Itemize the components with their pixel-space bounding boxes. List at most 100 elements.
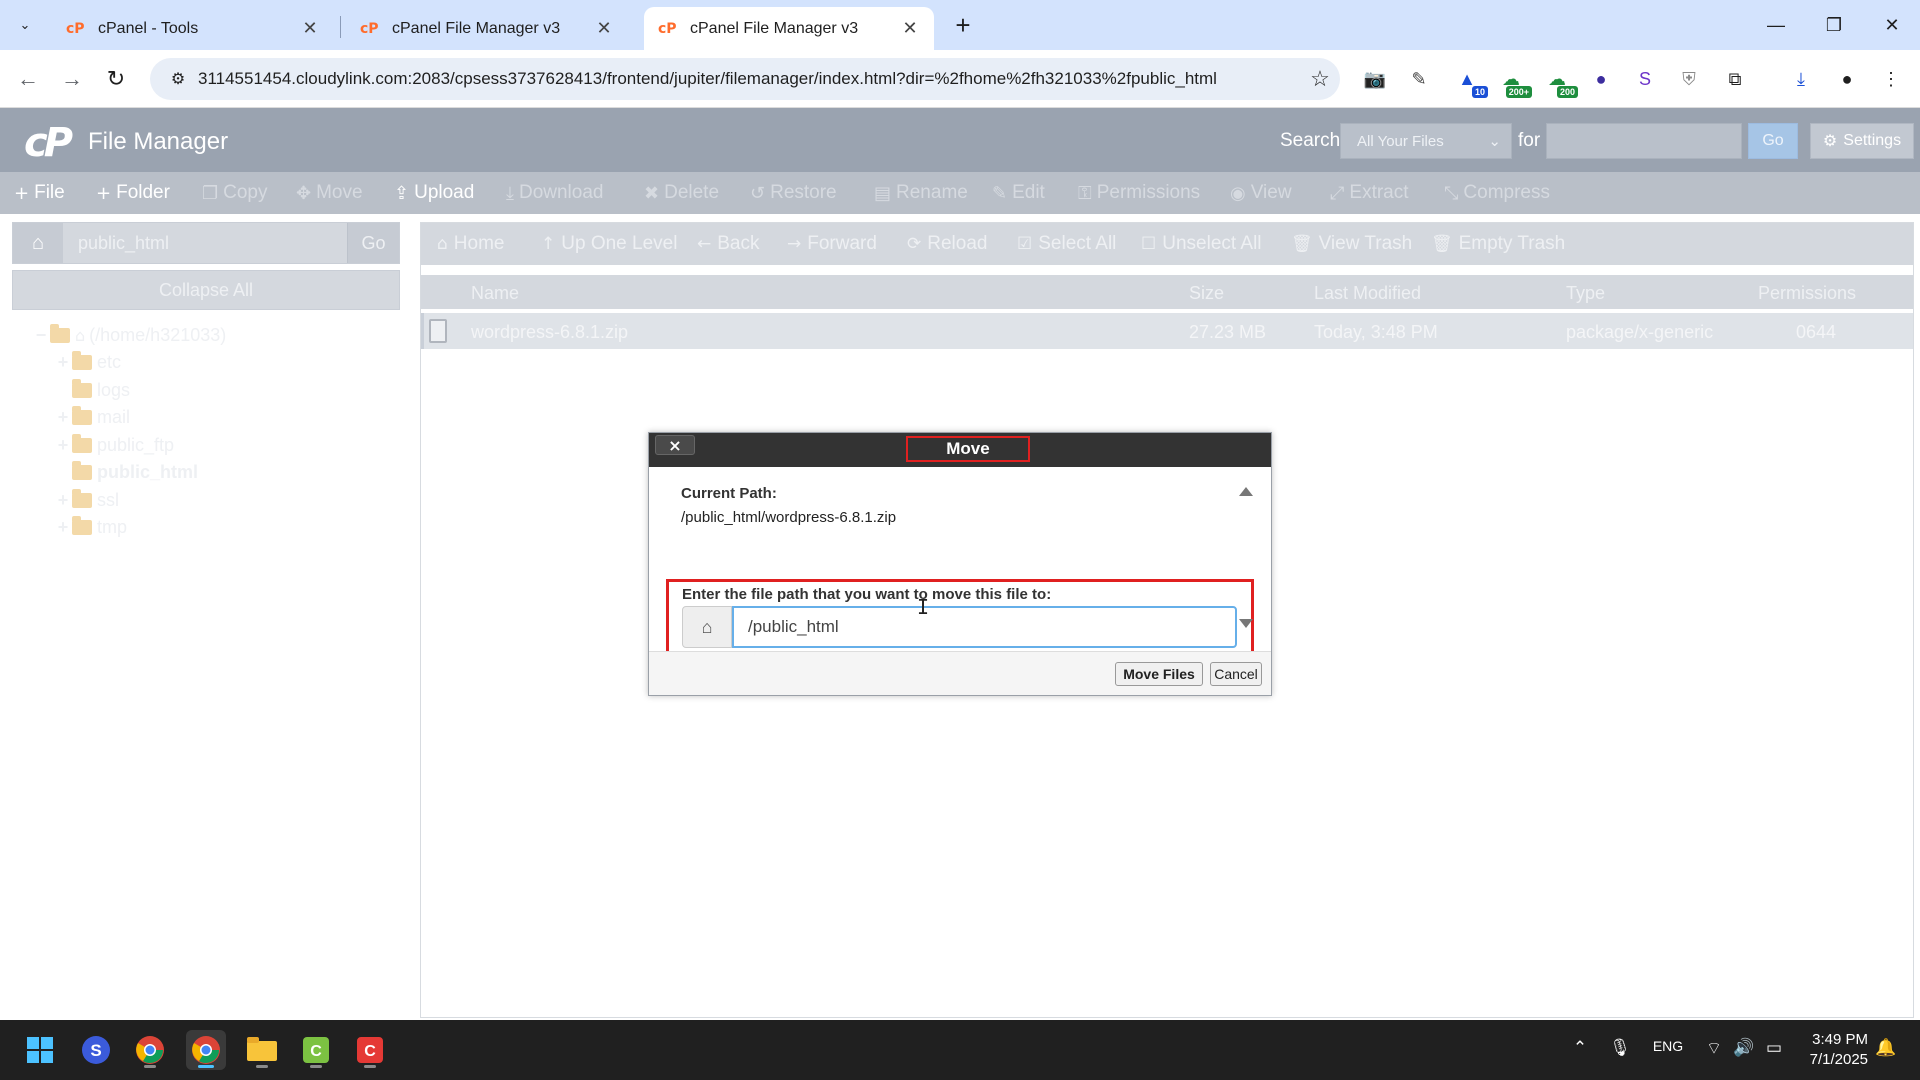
home-icon[interactable]: ⌂ [13,223,63,263]
delete-button[interactable]: ✖ Delete [644,182,719,204]
tab-close-icon[interactable]: ✕ [900,18,920,39]
battery-icon[interactable]: ▭ [1762,1038,1786,1058]
pen-extension-icon[interactable]: ✎ [1404,64,1434,94]
cloud-extension-icon[interactable]: ☁ 200+ [1496,64,1532,98]
restore-icon[interactable]: ❐ [1814,8,1854,42]
file-explorer-icon[interactable] [242,1030,282,1070]
move-button[interactable]: ✥ Move [296,182,363,204]
view-trash-button[interactable]: 🗑 View Trash [1291,233,1412,255]
volume-icon[interactable]: 🔊 [1732,1038,1756,1058]
s-extension-icon[interactable]: S [1630,64,1660,94]
microphone-icon[interactable]: 🎙 [1609,1038,1631,1058]
search-scope-select[interactable]: All Your Files ⌄ [1340,123,1512,159]
tree-item-public-html[interactable]: public_html [54,459,198,485]
restore-button[interactable]: ↺ Restore [750,182,837,204]
permissions-button[interactable]: ⚿ Permissions [1078,182,1200,204]
path-input[interactable]: public_html [64,223,346,263]
move-files-button[interactable]: Move Files [1115,662,1203,686]
reload-icon[interactable]: ↻ [100,63,132,95]
tab-close-icon[interactable]: ✕ [300,18,320,39]
bookmark-star-icon[interactable]: ☆ [1300,66,1340,92]
avatar[interactable]: ● [1832,64,1862,94]
new-tab-plus-icon[interactable]: + [948,10,978,40]
upload-button[interactable]: ⇪ Upload [394,182,474,204]
view-button[interactable]: ◉ View [1230,182,1292,204]
window-close-icon[interactable]: ✕ [1872,8,1912,42]
cancel-button[interactable]: Cancel [1210,662,1262,686]
tab-search-chevron-icon[interactable]: ⌄ [10,10,40,40]
tree-item-public-ftp[interactable]: + public_ftp [54,432,174,458]
cloud-extension-icon-2[interactable]: ☁ 200 [1542,64,1578,98]
notification-bell-icon[interactable]: 🔔 [1874,1038,1898,1058]
red-app-icon[interactable]: C [350,1030,390,1070]
puzzle-extensions-icon[interactable]: ⧉ [1720,64,1750,94]
expand-toggle[interactable]: + [54,352,72,373]
home-nav-button[interactable]: ⌂ Home [437,233,504,255]
tree-item-home[interactable]: − ⌂ (/home/h321033) [32,322,226,348]
tree-item-tmp[interactable]: + tmp [54,514,127,540]
expand-toggle[interactable]: + [54,435,72,456]
reload-nav-button[interactable]: ⟳ Reload [907,233,987,255]
column-type[interactable]: Type [1566,283,1605,304]
tab-close-icon[interactable]: ✕ [594,18,614,39]
chrome-icon[interactable] [130,1030,170,1070]
dialog-close-button[interactable]: × [655,435,695,455]
download-icon[interactable]: ⤓ [1786,64,1816,94]
expand-toggle[interactable]: + [54,490,72,511]
tree-item-mail[interactable]: + mail [54,404,130,430]
circle-extension-icon[interactable]: ● [1586,64,1616,94]
column-name[interactable]: Name [471,283,519,304]
scroll-up-arrow-icon[interactable] [1239,487,1253,496]
path-go-button[interactable]: Go [347,223,399,263]
s-app-icon[interactable]: S [76,1030,116,1070]
browser-menu-icon[interactable]: ⋮ [1876,64,1906,94]
collapse-toggle[interactable]: − [32,325,50,346]
search-input[interactable] [1546,123,1742,159]
minimize-icon[interactable]: — [1756,8,1796,42]
tree-item-logs[interactable]: logs [54,377,130,403]
green-app-icon[interactable]: C [296,1030,336,1070]
column-size[interactable]: Size [1189,283,1224,304]
back-arrow-icon[interactable]: ← [12,63,44,95]
tab-file-manager-1[interactable]: cP cPanel File Manager v3 ✕ [346,7,628,50]
tab-file-manager-active[interactable]: cP cPanel File Manager v3 ✕ [644,7,934,50]
new-file-button[interactable]: + File [14,182,65,204]
camera-extension-icon[interactable]: 📷 [1360,64,1390,94]
new-folder-button[interactable]: + Folder [96,182,170,204]
tab-cpanel-tools[interactable]: cP cPanel - Tools ✕ [52,7,334,50]
expand-toggle[interactable]: + [54,517,72,538]
search-go-button[interactable]: Go [1748,123,1798,159]
forward-nav-button[interactable]: → Forward [787,233,877,255]
collapse-all-button[interactable]: Collapse All [12,270,400,310]
unselect-all-button[interactable]: ☐ Unselect All [1141,233,1262,255]
language-indicator[interactable]: ENG [1648,1038,1688,1054]
column-permissions[interactable]: Permissions [1758,283,1856,304]
empty-trash-button[interactable]: 🗑 Empty Trash [1431,233,1565,255]
system-clock[interactable]: 3:49 PM 7/1/2025 [1798,1030,1868,1070]
settings-button[interactable]: ⚙ Settings [1810,123,1914,159]
site-settings-icon[interactable]: ⚙ [158,69,198,89]
address-bar[interactable]: ⚙ 3114551454.cloudylink.com:2083/cpsess3… [150,58,1340,100]
tree-item-etc[interactable]: + etc [54,349,121,375]
forward-arrow-icon[interactable]: → [56,63,88,95]
show-hidden-icons-chevron-icon[interactable]: ⌃ [1570,1038,1590,1058]
scroll-down-arrow-icon[interactable] [1239,619,1253,628]
up-one-level-button[interactable]: ↑ Up One Level [541,233,677,255]
compress-button[interactable]: ⤡ Compress [1444,182,1550,204]
shield-extension-icon[interactable]: ⛨ [1674,64,1704,94]
rename-button[interactable]: ▤ Rename [874,182,968,204]
mortarboard-extension-icon[interactable]: ▲ 10 [1452,64,1488,98]
expand-toggle[interactable]: + [54,407,72,428]
column-last-modified[interactable]: Last Modified [1314,283,1421,304]
edit-button[interactable]: ✎ Edit [992,182,1045,204]
back-nav-button[interactable]: ← Back [697,233,760,255]
table-row[interactable]: wordpress-6.8.1.zip 27.23 MB Today, 3:48… [421,313,1913,349]
url-text[interactable]: 3114551454.cloudylink.com:2083/cpsess373… [198,69,1300,89]
chrome-profile-icon[interactable] [186,1030,226,1070]
destination-path-input[interactable] [732,606,1237,648]
wifi-icon[interactable]: ⌔ [1702,1038,1726,1059]
download-button[interactable]: ⤓ Download [506,182,603,204]
copy-button[interactable]: ❐ Copy [202,182,268,204]
extract-button[interactable]: ⤢ Extract [1330,182,1409,204]
windows-start-icon[interactable] [20,1030,60,1070]
